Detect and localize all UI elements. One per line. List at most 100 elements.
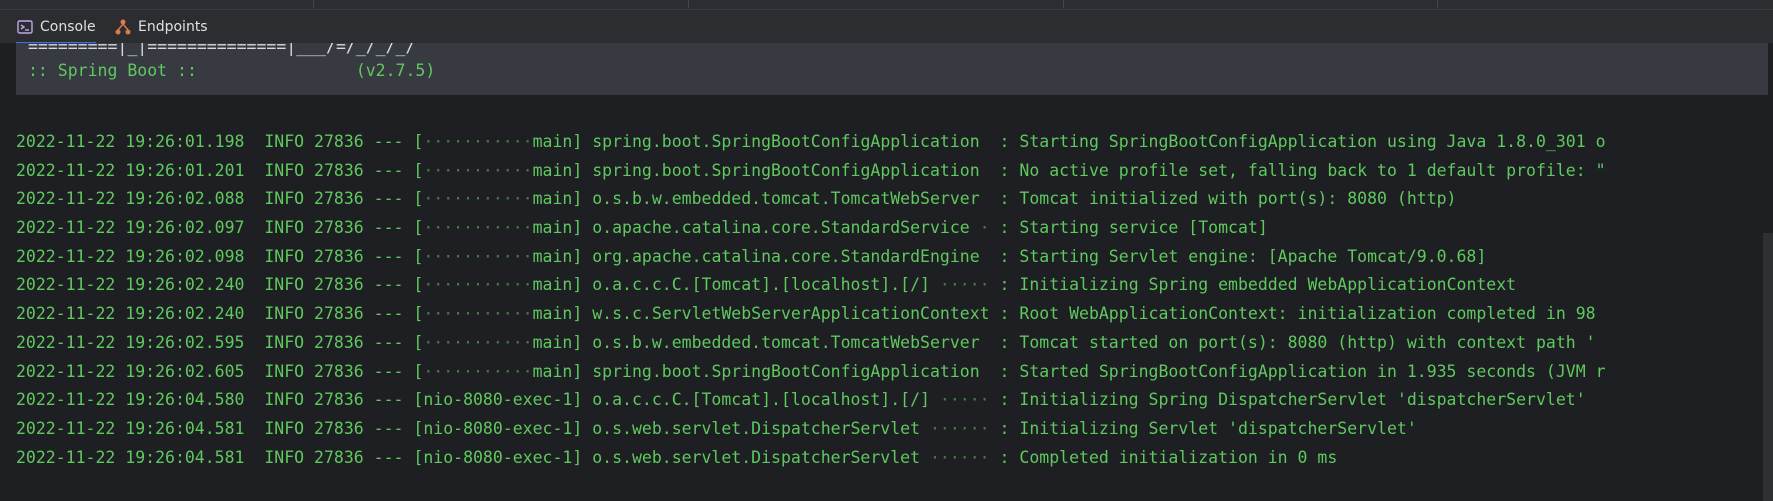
padding-dots: ··········· (423, 332, 533, 352)
log-pid: 27836 (314, 218, 364, 238)
log-message: No active profile set, falling back to 1… (1019, 160, 1606, 180)
log-thread: main (532, 132, 573, 151)
log-pid: 27836 (314, 390, 364, 410)
log-timestamp: 2022-11-22 19:26:02.088 (16, 189, 245, 209)
log-logger: w.s.c.ServletWebServerApplicationContext (592, 304, 990, 324)
log-timestamp: 2022-11-22 19:26:02.240 (16, 275, 245, 295)
log-message: Initializing Servlet 'dispatcherServlet' (1019, 418, 1417, 438)
log-logger: org.apache.catalina.core.StandardEngine (592, 246, 980, 266)
log-pid: 27836 (314, 418, 364, 438)
log-thread: nio-8080-exec-1 (423, 447, 573, 467)
log-level: INFO (264, 418, 305, 438)
log-timestamp: 2022-11-22 19:26:01.201 (16, 160, 245, 180)
padding-dots: ··········· (423, 275, 533, 295)
log-logger: spring.boot.SpringBootConfigApplication (592, 361, 980, 381)
top-strip (0, 0, 1773, 8)
log-pid: 27836 (314, 332, 364, 352)
log-level: INFO (264, 447, 305, 467)
vertical-scrollbar[interactable] (1763, 233, 1773, 501)
padding-dots: ··········· (423, 304, 533, 324)
log-thread: nio-8080-exec-1 (423, 390, 573, 410)
log-level: INFO (264, 361, 305, 381)
log-message: Started SpringBootConfigApplication in 1… (1019, 361, 1606, 381)
tab-console[interactable]: Console (16, 10, 96, 44)
log-lines: 2022-11-22 19:26:01.198 INFO 27836 --- [… (16, 128, 1606, 472)
log-thread: main (532, 218, 573, 238)
padding-dots: ····· (929, 390, 990, 410)
log-logger: o.s.web.servlet.DispatcherServlet (592, 447, 921, 467)
padding-dots (980, 333, 990, 352)
log-level: INFO (264, 189, 305, 209)
log-logger: o.a.c.c.C.[Tomcat].[localhost].[/] (592, 275, 930, 295)
log-level: INFO (264, 246, 305, 266)
log-pid: 27836 (314, 447, 364, 467)
log-thread: main (532, 246, 573, 266)
log-thread: main (532, 275, 573, 295)
log-thread: main (532, 361, 573, 381)
log-line: 2022-11-22 19:26:04.581 INFO 27836 --- [… (16, 418, 1417, 438)
log-logger: o.a.c.c.C.[Tomcat].[localhost].[/] (592, 390, 930, 410)
log-message: Initializing Spring DispatcherServlet 'd… (1019, 390, 1586, 410)
log-level: INFO (264, 332, 305, 352)
log-message: Starting SpringBootConfigApplication usi… (1019, 132, 1606, 151)
console-output[interactable]: =========|_|==============|___/=/_/_/_/ … (0, 43, 1773, 501)
divider (688, 0, 689, 8)
log-level: INFO (264, 275, 305, 295)
padding-dots (980, 161, 990, 180)
log-thread: main (532, 332, 573, 352)
log-timestamp: 2022-11-22 19:26:04.581 (16, 418, 245, 438)
log-thread: nio-8080-exec-1 (423, 418, 573, 438)
padding-dots: ··········· (423, 189, 533, 209)
log-logger: spring.boot.SpringBootConfigApplication (592, 132, 980, 151)
log-level: INFO (264, 132, 305, 151)
padding-dots (980, 247, 990, 266)
log-pid: 27836 (314, 132, 364, 151)
banner-spring-boot-line: :: Spring Boot :: (v2.7.5) (28, 61, 436, 80)
log-timestamp: 2022-11-22 19:26:02.098 (16, 246, 245, 266)
padding-dots: ······ (920, 418, 990, 438)
log-timestamp: 2022-11-22 19:26:02.240 (16, 304, 245, 324)
log-line: 2022-11-22 19:26:02.088 INFO 27836 --- [… (16, 189, 1457, 209)
log-timestamp: 2022-11-22 19:26:04.580 (16, 390, 245, 410)
log-timestamp: 2022-11-22 19:26:02.595 (16, 332, 245, 352)
padding-dots: ··········· (423, 361, 533, 381)
padding-dots: ··········· (423, 160, 533, 180)
divider (313, 0, 314, 8)
log-thread: main (532, 304, 573, 324)
log-pid: 27836 (314, 361, 364, 381)
log-logger: o.s.b.w.embedded.tomcat.TomcatWebServer (592, 332, 980, 352)
log-message: Completed initialization in 0 ms (1019, 447, 1338, 467)
log-logger: o.s.web.servlet.DispatcherServlet (592, 418, 921, 438)
tab-endpoints[interactable]: Endpoints (114, 10, 208, 44)
padding-dots: ··········· (423, 218, 533, 238)
log-message: Tomcat started on port(s): 8080 (http) w… (1019, 332, 1596, 352)
log-timestamp: 2022-11-22 19:26:02.605 (16, 361, 245, 381)
log-pid: 27836 (314, 304, 364, 324)
console-icon (16, 18, 34, 36)
tab-endpoints-label: Endpoints (138, 19, 208, 35)
log-pid: 27836 (314, 275, 364, 295)
padding-dots: ······ (920, 447, 990, 467)
divider (1063, 0, 1064, 8)
padding-dots (980, 362, 990, 381)
log-logger: o.apache.catalina.core.StandardService (592, 218, 970, 238)
banner-ascii-line: =========|_|==============|___/=/_/_/_/ (28, 43, 416, 56)
log-level: INFO (264, 304, 305, 324)
divider (1437, 0, 1438, 8)
log-message: Starting service [Tomcat] (1019, 218, 1268, 238)
tab-console-label: Console (40, 19, 96, 35)
log-line: 2022-11-22 19:26:02.240 INFO 27836 --- [… (16, 304, 1596, 324)
padding-dots (980, 132, 990, 151)
log-line: 2022-11-22 19:26:02.240 INFO 27836 --- [… (16, 275, 1517, 295)
log-line: 2022-11-22 19:26:04.580 INFO 27836 --- [… (16, 390, 1586, 410)
log-message: Root WebApplicationContext: initializati… (1019, 304, 1596, 324)
log-line: 2022-11-22 19:26:02.097 INFO 27836 --- [… (16, 218, 1268, 238)
padding-dots: ··········· (423, 132, 533, 151)
log-timestamp: 2022-11-22 19:26:02.097 (16, 218, 245, 238)
padding-dots (980, 189, 990, 208)
log-logger: spring.boot.SpringBootConfigApplication (592, 160, 980, 180)
log-logger: o.s.b.w.embedded.tomcat.TomcatWebServer (592, 189, 980, 209)
log-line: 2022-11-22 19:26:02.098 INFO 27836 --- [… (16, 246, 1487, 266)
log-pid: 27836 (314, 160, 364, 180)
log-level: INFO (264, 218, 305, 238)
